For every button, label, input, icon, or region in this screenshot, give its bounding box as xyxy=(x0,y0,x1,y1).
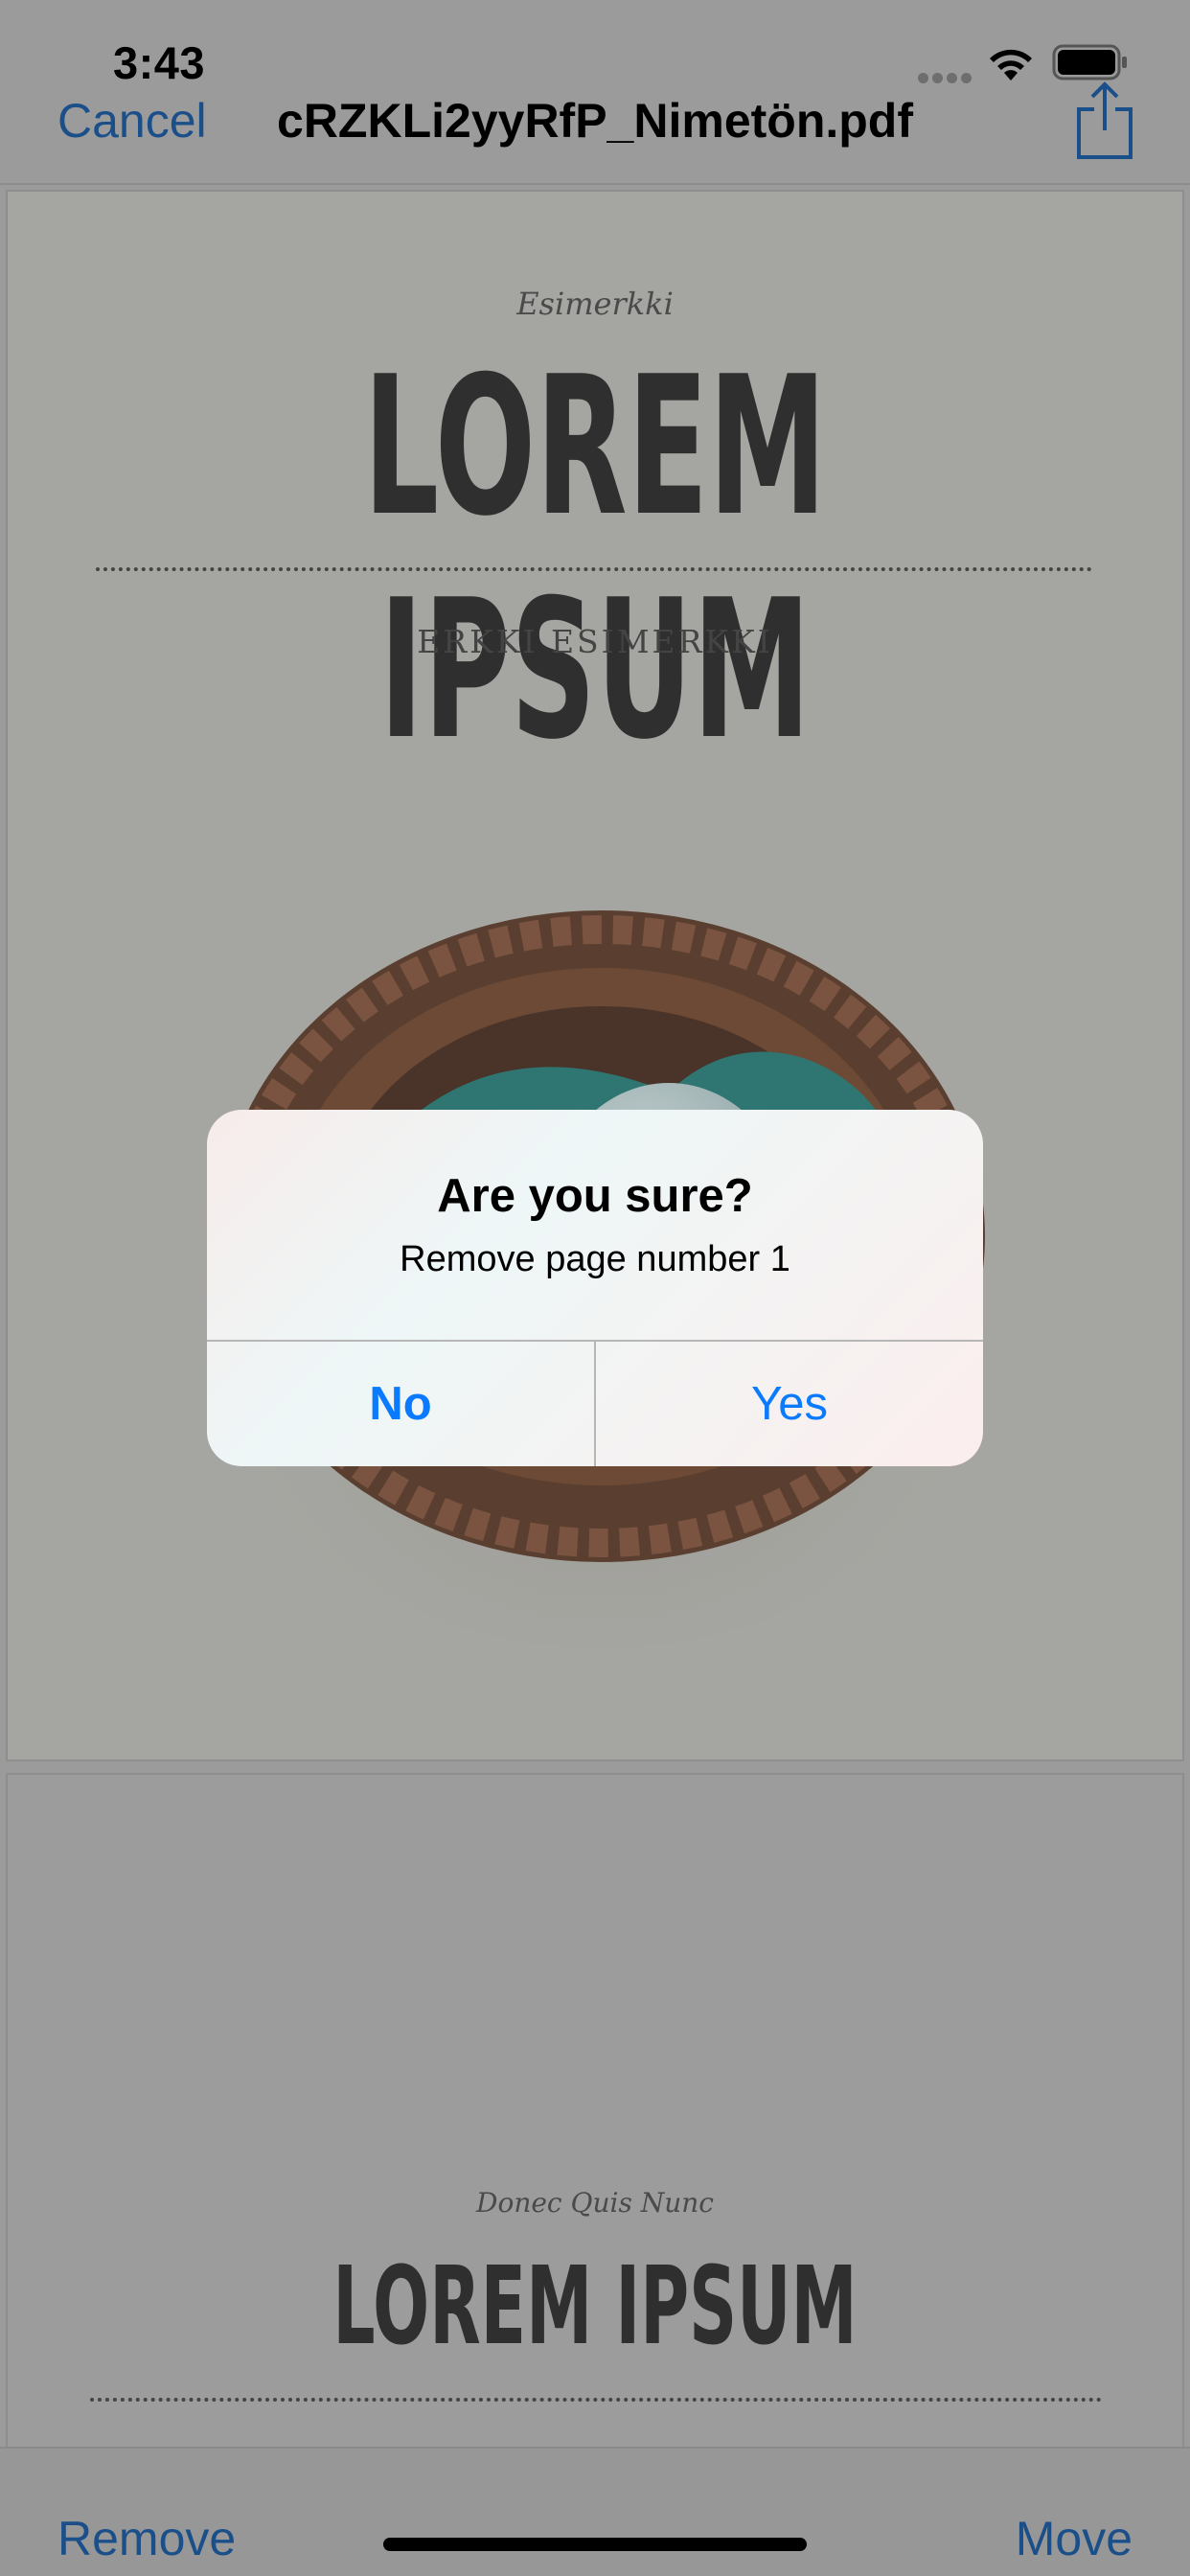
page-author: ERKKI ESIMERKKI xyxy=(417,623,773,660)
pdf-page-thumbnail-2[interactable]: Donec Quis Nunc LOREM IPSUM xyxy=(6,1773,1184,2463)
battery-icon xyxy=(1052,44,1127,80)
page-subtitle: Donec Quis Nunc xyxy=(476,2187,714,2219)
wifi-icon xyxy=(990,49,1032,80)
document-title: cRZKLi2yyRfP_Nimetön.pdf xyxy=(277,94,913,148)
alert-title: Are you sure? xyxy=(437,1170,753,1222)
pdf-page-editor-screen: 3:43 Cancel cRZKLi2yyRfP_Nimetön.pdf Esi… xyxy=(0,0,1190,2576)
status-time: 3:43 xyxy=(113,37,206,88)
confirm-remove-alert: Are you sure? Remove page number 1 No Ye… xyxy=(207,1110,983,1466)
no-button[interactable]: No xyxy=(207,1342,594,1466)
yes-button[interactable]: Yes xyxy=(596,1342,983,1466)
move-button[interactable]: Move xyxy=(1016,2511,1133,2566)
navigation-bar: Cancel cRZKLi2yyRfP_Nimetön.pdf xyxy=(0,81,1190,185)
share-icon[interactable] xyxy=(1075,80,1134,161)
home-indicator[interactable] xyxy=(383,2538,807,2551)
cellular-signal-icon xyxy=(918,71,975,88)
status-bar: 3:43 xyxy=(0,0,1190,96)
alert-message: Remove page number 1 xyxy=(400,1239,790,1279)
page-subtitle: Esimerkki xyxy=(516,286,674,322)
bottom-toolbar: Remove Move xyxy=(0,2447,1190,2576)
page-heading: LOREM IPSUM xyxy=(332,2244,858,2369)
pdf-page-thumbnail-1[interactable]: Esimerkki LOREM IPSUM ERKKI ESIMERKKI xyxy=(6,190,1184,1761)
remove-button[interactable]: Remove xyxy=(57,2511,236,2566)
dotted-divider xyxy=(96,567,1092,571)
page-heading: LOREM IPSUM xyxy=(363,335,827,782)
dotted-divider xyxy=(90,2398,1102,2402)
